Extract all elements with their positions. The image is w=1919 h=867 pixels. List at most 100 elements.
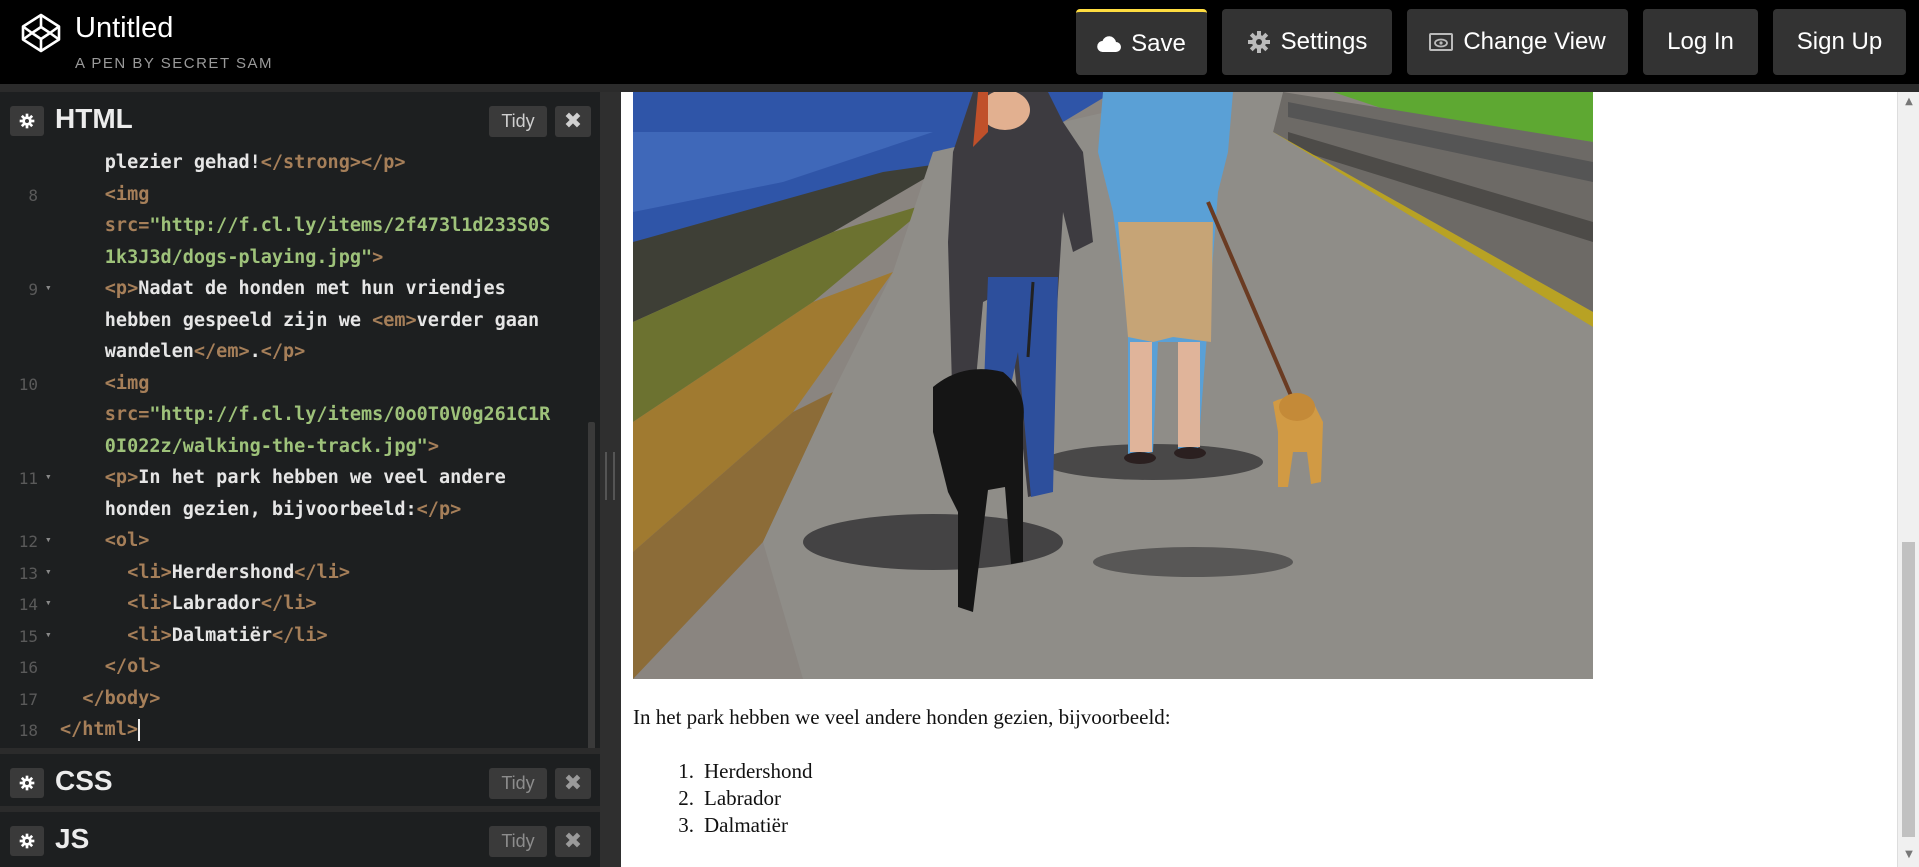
code-text: <p>In het park hebben we veel andere [104, 467, 506, 488]
resize-grip-icon[interactable] [605, 452, 615, 500]
sign-up-button[interactable]: Sign Up [1773, 9, 1906, 75]
gear-icon [1247, 31, 1270, 53]
code-text: <li>Labrador</li> [127, 593, 317, 614]
list-text: Herdershond [704, 759, 813, 783]
code-line[interactable]: src="http://f.cl.ly/items/2f473l1d233S0S [0, 211, 590, 242]
code-line[interactable]: 1k3J3d/dogs-playing.jpg"> [0, 243, 590, 274]
text-caret [137, 719, 140, 741]
top-bar: Untitled A PEN BY SECRET SAM Save Settin… [0, 0, 1919, 84]
line-number: 16 [18, 658, 38, 677]
save-label: Save [1131, 29, 1186, 57]
line-number: 9 [28, 280, 38, 299]
js-tidy-button[interactable]: Tidy [489, 826, 547, 857]
html-editor-title: HTML [55, 103, 133, 134]
settings-button[interactable]: Settings [1222, 9, 1392, 75]
js-close-icon[interactable]: ✖ [555, 826, 591, 857]
preview-frame: In het park hebben we veel andere honden… [621, 92, 1897, 867]
list-number: 1. [678, 759, 694, 783]
settings-label: Settings [1280, 28, 1368, 55]
code-line[interactable]: 0I022z/walking-the-track.jpg"> [0, 432, 590, 463]
code-text: <img [104, 372, 150, 394]
save-button[interactable]: Save [1076, 9, 1207, 75]
fold-arrow-icon[interactable]: ▾ [45, 533, 52, 546]
fold-arrow-icon[interactable]: ▾ [45, 281, 52, 294]
cloud-icon [1097, 35, 1122, 52]
code-text: <p>Nadat de honden met hun vriendjes [104, 278, 506, 299]
list-item: 2. Labrador [664, 786, 812, 813]
code-line[interactable]: wandelen</em>.</p> [0, 337, 590, 368]
list-item: 1. Herdershond [664, 759, 812, 786]
scroll-down-icon[interactable]: ▼ [1903, 849, 1915, 861]
code-text: <ol> [104, 530, 150, 551]
css-editor-title: CSS [55, 765, 113, 796]
code-line[interactable]: src="http://f.cl.ly/items/0o0T0V0g261C1R [0, 400, 590, 431]
code-line[interactable]: 11 ▾ <p>In het park hebben we veel andere [0, 463, 590, 494]
fold-arrow-icon[interactable]: ▾ [45, 596, 52, 609]
code-line[interactable]: 14 ▾ <li>Labrador</li> [0, 589, 590, 620]
line-number: 18 [18, 721, 38, 740]
list-text: Labrador [704, 786, 781, 810]
list-number: 3. [678, 813, 694, 837]
gear-icon [19, 833, 35, 849]
code-line[interactable]: honden gezien, bijvoorbeeld:</p> [0, 495, 590, 526]
code-line[interactable]: 10 <img [0, 369, 590, 400]
code-text: plezier gehad!</strong></p> [104, 152, 406, 173]
css-settings-button[interactable] [10, 768, 44, 798]
change-view-button[interactable]: Change View [1407, 9, 1628, 75]
scrollbar-thumb[interactable] [1902, 542, 1915, 837]
code-line[interactable]: 12 ▾ <ol> [0, 526, 590, 557]
css-tidy-button[interactable]: Tidy [489, 768, 547, 799]
code-line[interactable]: 9 ▾ <p>Nadat de honden met hun vriendjes [0, 274, 590, 305]
resize-divider[interactable] [600, 92, 621, 867]
line-number: 10 [18, 374, 38, 394]
js-editor-header[interactable]: JS Tidy ✖ [0, 812, 600, 867]
code-line[interactable]: 18 </html> [0, 715, 590, 746]
eye-window-icon [1429, 33, 1454, 51]
list-item: 3. Dalmatiër [664, 813, 812, 840]
code-line[interactable]: 17 </body> [0, 684, 590, 715]
code-text: </ol> [104, 656, 161, 677]
css-editor-header[interactable]: CSS Tidy ✖ [0, 754, 600, 810]
line-number: 14 [18, 595, 38, 614]
line-number: 11 [18, 469, 38, 488]
code-text: honden gezien, bijvoorbeeld:</p> [104, 498, 462, 520]
code-text: src="http://f.cl.ly/items/0o0T0V0g261C1R [104, 404, 551, 425]
html-editor-header: HTML Tidy ✖ [0, 92, 600, 148]
list-text: Dalmatiër [704, 813, 788, 837]
line-number: 8 [28, 185, 38, 205]
css-close-icon[interactable]: ✖ [555, 768, 591, 799]
scroll-up-icon[interactable]: ▲ [1903, 96, 1915, 108]
code-line[interactable]: 8 <img [0, 180, 590, 211]
code-text: wandelen</em>.</p> [104, 341, 306, 362]
code-line[interactable]: 15 ▾ <li>Dalmatiër</li> [0, 621, 590, 652]
js-editor-title: JS [55, 823, 90, 854]
preview-scrollbar[interactable]: ▲ ▼ [1897, 92, 1919, 867]
html-tidy-button[interactable]: Tidy [489, 106, 547, 137]
log-in-button[interactable]: Log In [1643, 9, 1758, 75]
html-settings-button[interactable] [10, 106, 44, 136]
code-text: <img [104, 183, 150, 205]
code-line[interactable]: 16 </ol> [0, 652, 590, 683]
fold-arrow-icon[interactable]: ▾ [45, 565, 52, 578]
list-number: 2. [678, 786, 694, 810]
code-text: <li>Herdershond</li> [127, 561, 350, 583]
breed-list: 1. Herdershond 2. Labrador 3. Dalmatiër [664, 759, 812, 840]
code-line[interactable]: plezier gehad!</strong></p> [0, 148, 590, 179]
log-in-label: Log In [1667, 28, 1734, 55]
sign-up-label: Sign Up [1796, 28, 1883, 55]
line-number: 15 [18, 626, 38, 646]
codepen-logo-icon[interactable] [20, 12, 62, 54]
walking-dogs-photo [633, 92, 1593, 679]
fold-arrow-icon[interactable]: ▾ [45, 470, 52, 483]
pen-title[interactable]: Untitled [75, 12, 173, 45]
code-text: 0I022z/walking-the-track.jpg"> [104, 435, 439, 457]
fold-arrow-icon[interactable]: ▾ [45, 628, 52, 641]
line-number: 13 [18, 563, 38, 583]
html-close-icon[interactable]: ✖ [555, 106, 591, 137]
code-line[interactable]: hebben gespeeld zijn we <em>verder gaan [0, 306, 590, 337]
js-settings-button[interactable] [10, 826, 44, 856]
code-text: 1k3J3d/dogs-playing.jpg"> [104, 246, 384, 268]
preview-paragraph: In het park hebben we veel andere honden… [633, 705, 1171, 729]
html-code-editor[interactable]: plezier gehad!</strong></p> 8 <img src="htt… [0, 148, 600, 748]
code-line[interactable]: 13 ▾ <li>Herdershond</li> [0, 558, 590, 589]
